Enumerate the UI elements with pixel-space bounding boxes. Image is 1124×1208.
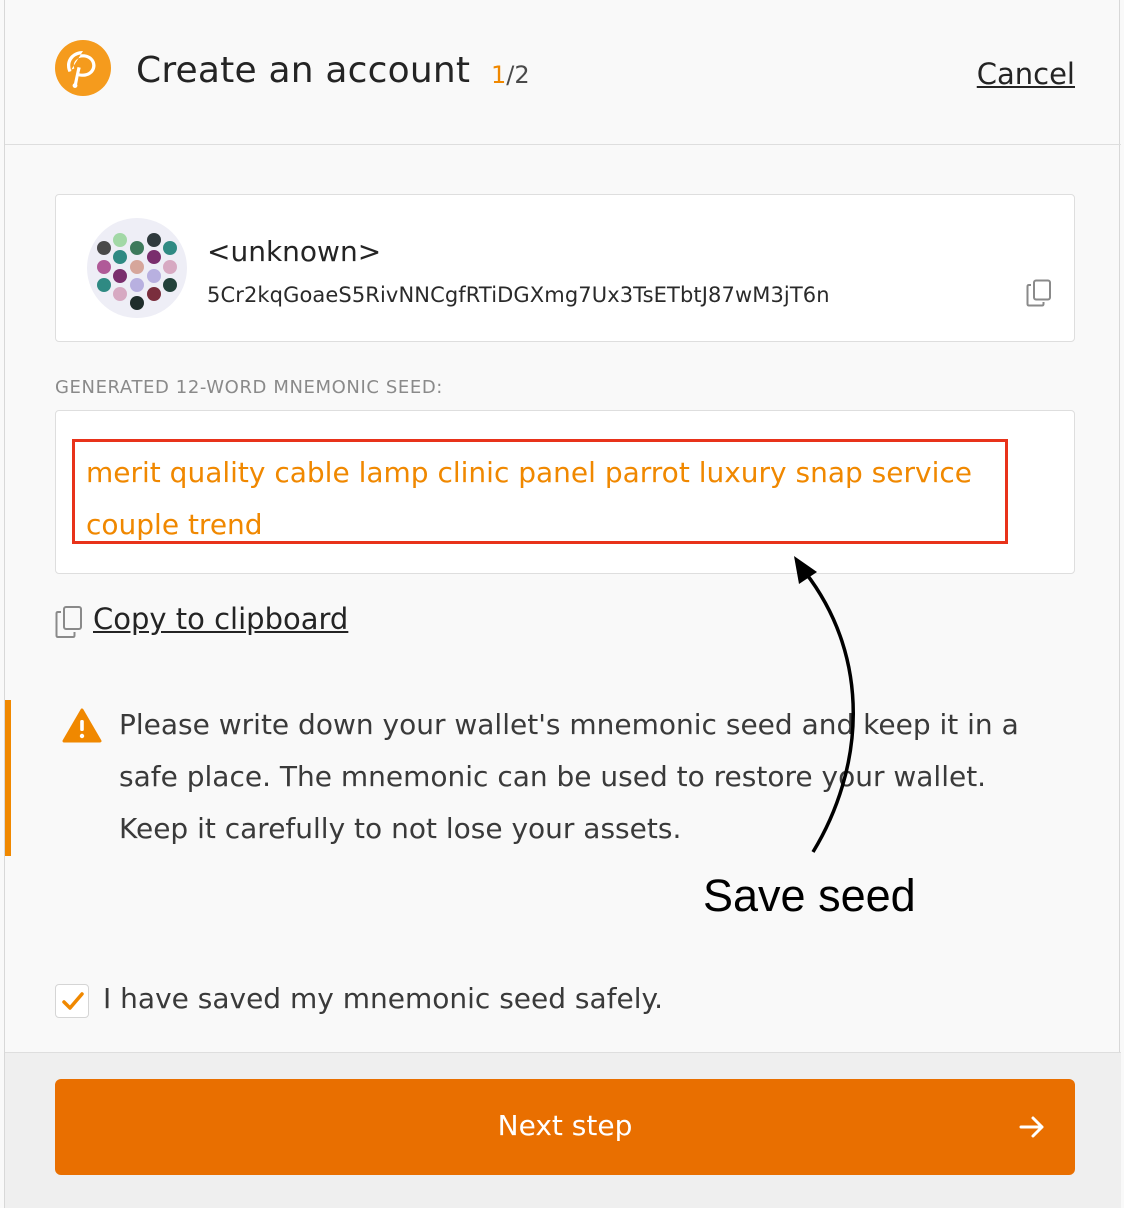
warning-message: Please write down your wallet's mnemonic… [119, 708, 1019, 845]
account-card: <unknown> 5Cr2kqGoaeS5RivNNCgfRTiDGXmg7U… [55, 194, 1075, 342]
step-current: 1 [491, 61, 507, 89]
copy-icon [55, 606, 82, 638]
warning-accent-bar [5, 700, 11, 856]
account-address: 5Cr2kqGoaeS5RivNNCgfRTiDGXmg7Ux3TsETbtJ8… [207, 283, 830, 307]
copy-to-clipboard-label[interactable]: Copy to clipboard [93, 602, 348, 636]
identicon-avatar [87, 218, 187, 318]
next-step-label: Next step [497, 1109, 633, 1142]
arrow-right-icon [1019, 1116, 1044, 1138]
polkadot-logo-icon [55, 40, 111, 96]
confirm-label[interactable]: I have saved my mnemonic seed safely. [103, 982, 663, 1015]
checkmark-icon [62, 992, 84, 1010]
step-total: /2 [506, 61, 530, 89]
footer: Next step [5, 1052, 1121, 1208]
page-title: Create an account [136, 50, 471, 91]
header: Create an account 1/2 Cancel [5, 0, 1121, 145]
annotation-label: Save seed [703, 870, 916, 921]
extension-popup: Create an account 1/2 Cancel <unknown> 5… [4, 0, 1121, 1208]
cancel-link[interactable]: Cancel [977, 57, 1075, 91]
copy-address-icon[interactable] [1026, 279, 1052, 307]
account-name: <unknown> [207, 235, 382, 268]
seed-highlight-box [72, 439, 1008, 544]
confirm-checkbox[interactable] [55, 984, 89, 1018]
step-indicator: 1/2 [491, 61, 530, 89]
next-step-button[interactable]: Next step [55, 1079, 1075, 1175]
mnemonic-label: GENERATED 12-WORD MNEMONIC SEED: [55, 377, 443, 398]
warning-icon [62, 708, 102, 748]
mnemonic-seed-box: merit quality cable lamp clinic panel pa… [55, 410, 1075, 574]
